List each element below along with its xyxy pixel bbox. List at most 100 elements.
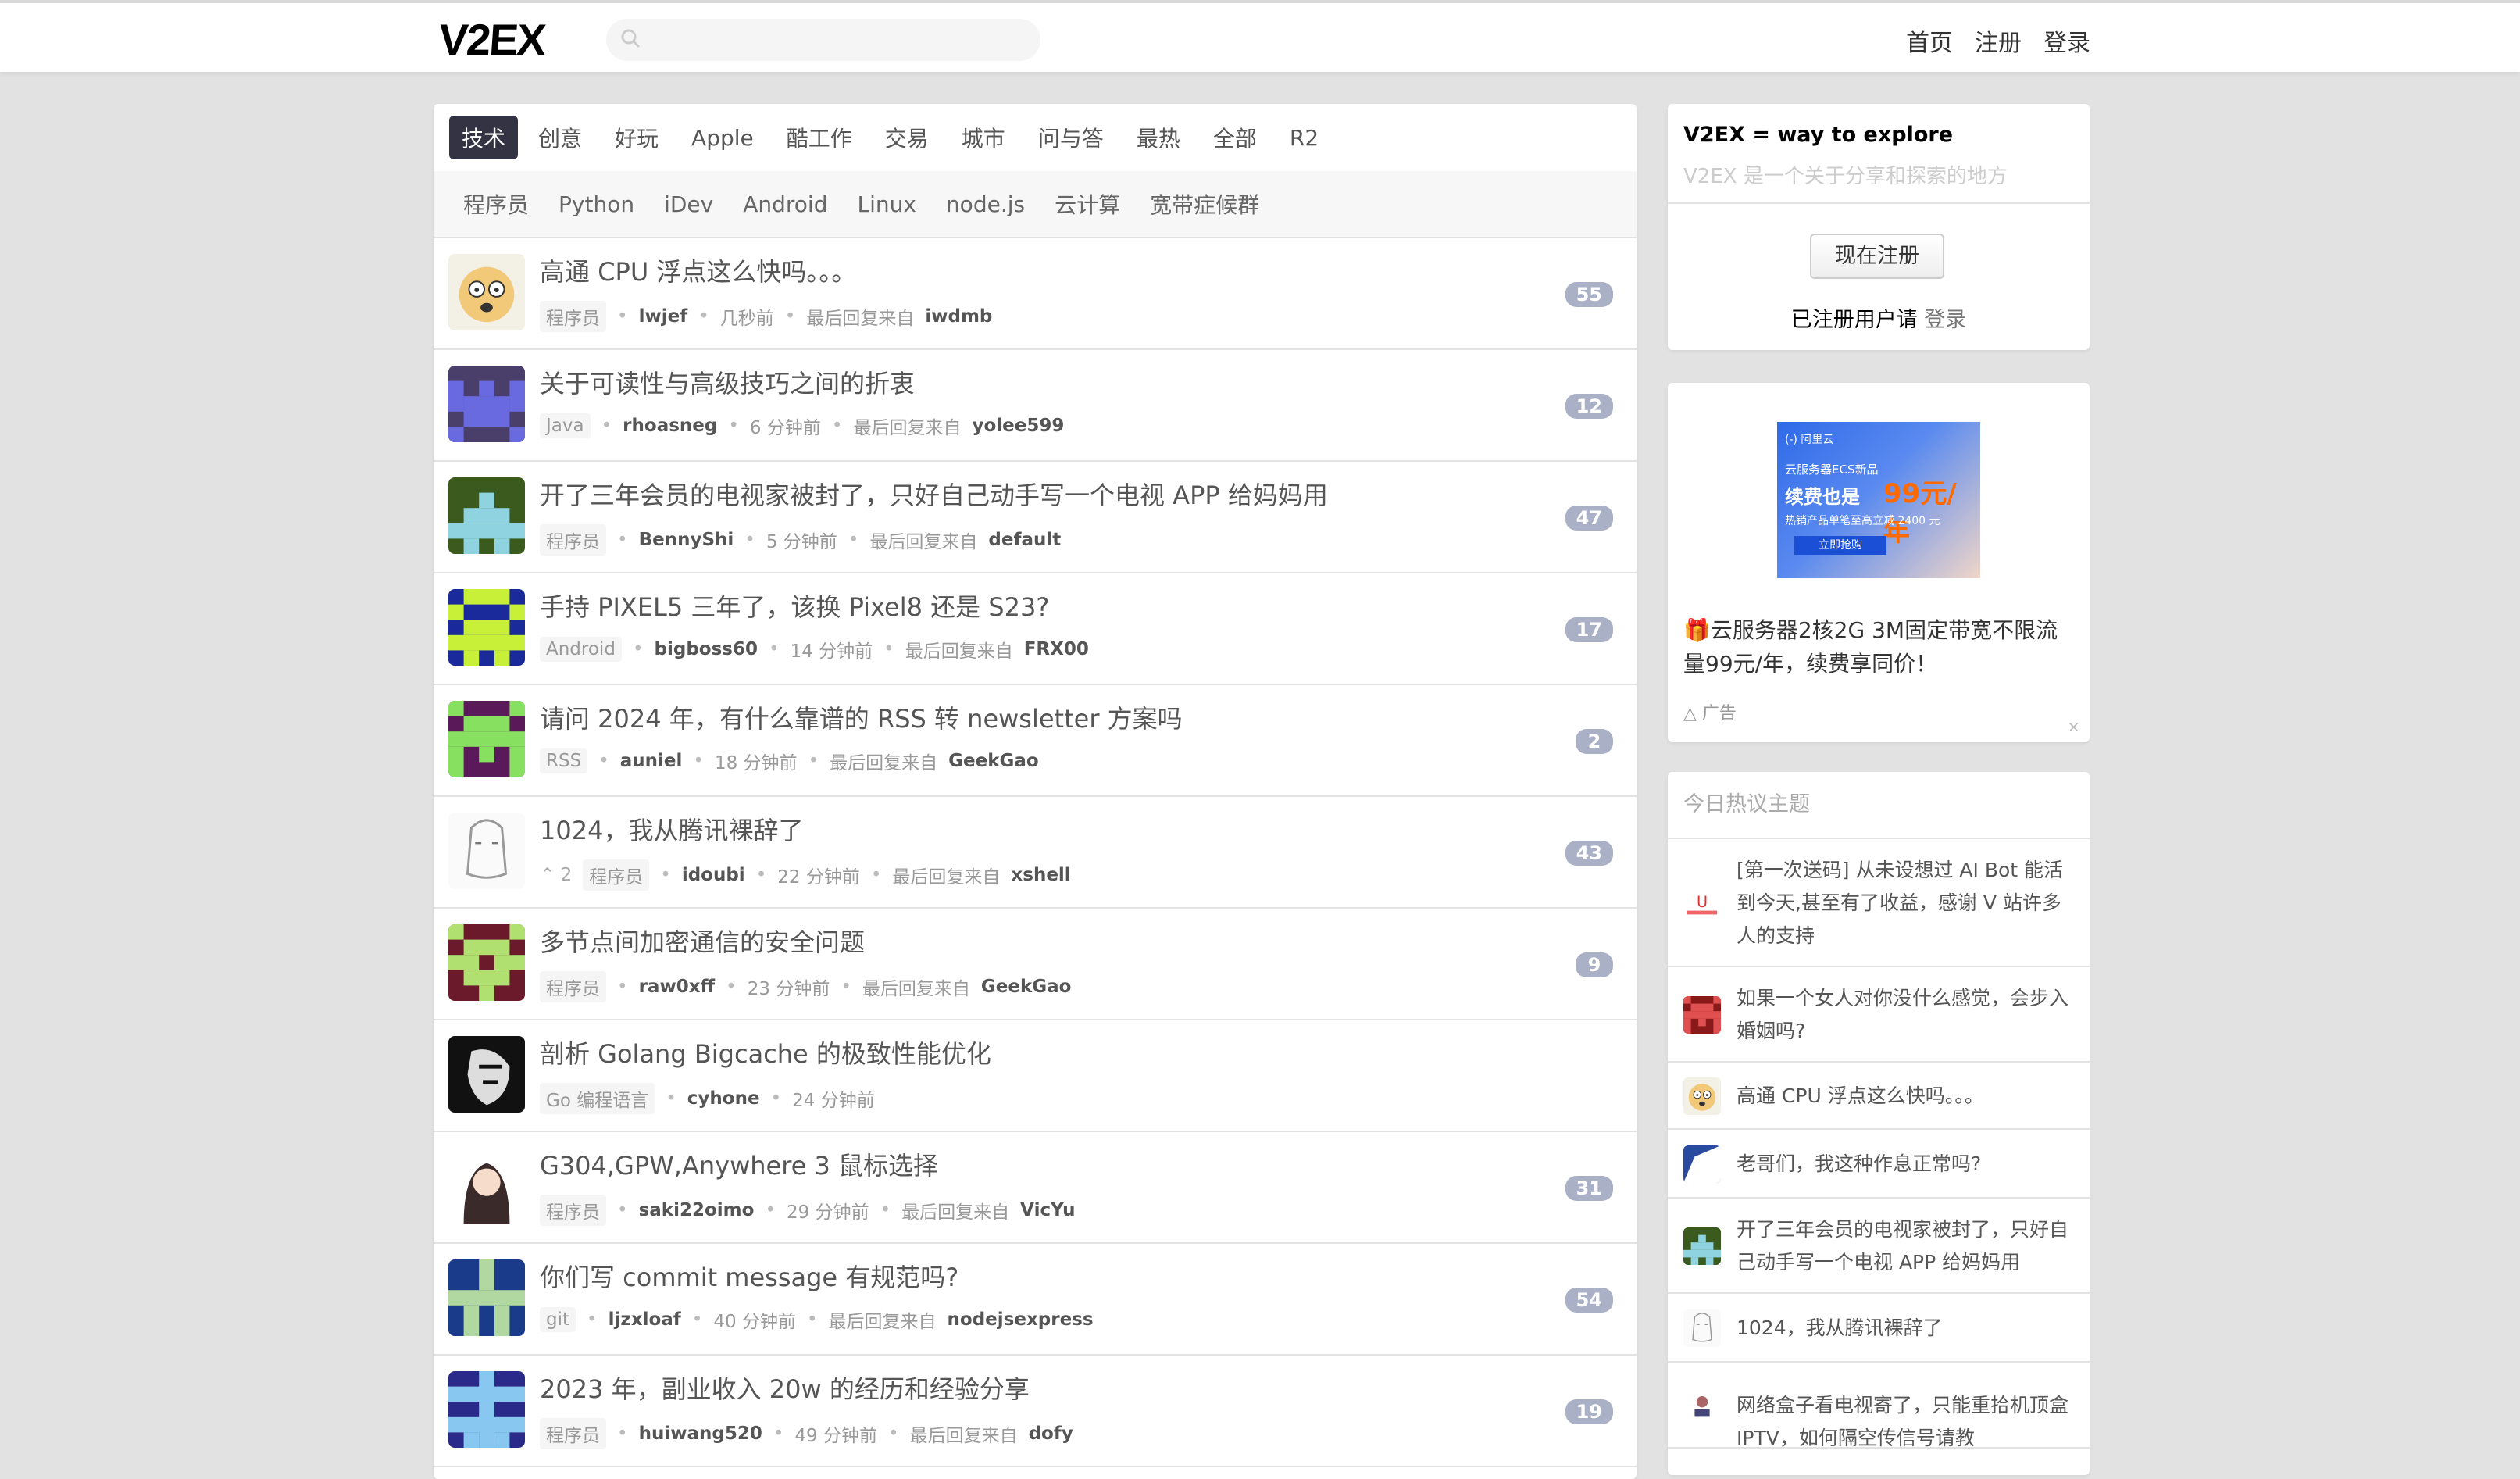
hot-topic-item[interactable]: 如果一个女人对你没什么感觉，会步入婚姻吗?: [1668, 967, 2090, 1063]
topic-author[interactable]: cyhone: [687, 1088, 760, 1109]
topic-author[interactable]: raw0xff: [639, 977, 716, 997]
ad-buy-button[interactable]: 立即抢购: [1794, 536, 1886, 555]
subtab-python[interactable]: Python: [559, 191, 634, 217]
avatar[interactable]: U: [1683, 884, 1721, 922]
avatar[interactable]: [448, 701, 525, 777]
last-reply-user[interactable]: VicYu: [1020, 1200, 1075, 1220]
avatar[interactable]: [1683, 1227, 1721, 1265]
subtab-broadband[interactable]: 宽带症候群: [1150, 188, 1259, 220]
search-input[interactable]: [606, 19, 1040, 61]
reply-count-badge[interactable]: 31: [1565, 1176, 1613, 1201]
subtab-nodejs[interactable]: node.js: [946, 191, 1025, 217]
v2ex-logo[interactable]: V2EX: [437, 14, 547, 65]
topic-title[interactable]: 高通 CPU 浮点这么快吗。。。: [540, 252, 856, 288]
topic-author[interactable]: rhoasneg: [623, 416, 717, 436]
reply-count-badge[interactable]: 55: [1565, 282, 1613, 307]
hot-topic-title[interactable]: 网络盒子看电视寄了，只能重拾机顶盒 IPTV，如何隔空传信号请教: [1737, 1389, 2080, 1455]
hot-topic-title[interactable]: 老哥们，我这种作息正常吗?: [1737, 1148, 2080, 1181]
topic-title[interactable]: 2023 年，副业收入 20w 的经历和经验分享: [540, 1370, 1030, 1406]
avatar[interactable]: [1683, 1145, 1721, 1183]
topic-title[interactable]: 请问 2024 年，有什么靠谱的 RSS 转 newsletter 方案吗: [540, 699, 1183, 735]
hot-topic-title[interactable]: 1024，我从腾讯裸辞了: [1737, 1312, 2080, 1345]
hot-topic-item[interactable]: U [第一次送码] 从未设想过 AI Bot 能活到今天,甚至有了收益，感谢 V …: [1668, 839, 2090, 967]
reply-count-badge[interactable]: 19: [1565, 1399, 1613, 1424]
hot-topic-item[interactable]: 老哥们，我这种作息正常吗?: [1668, 1130, 2090, 1199]
reply-count-badge[interactable]: 17: [1565, 617, 1613, 642]
hot-topic-title[interactable]: 如果一个女人对你没什么感觉，会步入婚姻吗?: [1737, 982, 2080, 1048]
topic-node[interactable]: Android: [540, 637, 622, 662]
avatar[interactable]: [448, 366, 525, 442]
tab-creative[interactable]: 创意: [526, 116, 594, 159]
topic-author[interactable]: auniel: [620, 751, 683, 771]
avatar[interactable]: [448, 1259, 525, 1336]
topic-author[interactable]: bigboss60: [655, 639, 758, 659]
ad-banner[interactable]: (-) 阿里云 云服务器ECS新品 续费也是 99元/年 热销产品单笔至高立减 …: [1777, 422, 1980, 578]
ad-text[interactable]: 🎁云服务器2核2G 3M固定带宽不限流量99元/年，续费享同价！: [1683, 613, 2074, 681]
avatar[interactable]: [448, 477, 525, 554]
reply-count-badge[interactable]: 43: [1565, 841, 1613, 866]
reply-count-badge[interactable]: 9: [1576, 952, 1613, 977]
topic-title[interactable]: 1024，我从腾讯裸辞了: [540, 811, 803, 847]
topic-author[interactable]: lwjef: [639, 306, 688, 327]
avatar[interactable]: [448, 1036, 525, 1113]
topic-node[interactable]: RSS: [540, 748, 588, 773]
tab-fun[interactable]: 好玩: [602, 116, 671, 159]
avatar[interactable]: [1683, 1077, 1721, 1115]
hot-topic-title[interactable]: [第一次送码] 从未设想过 AI Bot 能活到今天,甚至有了收益，感谢 V 站…: [1737, 854, 2080, 952]
topic-title[interactable]: 开了三年会员的电视家被封了，只好自己动手写一个电视 APP 给妈妈用: [540, 476, 1328, 512]
hot-topic-title[interactable]: 开了三年会员的电视家被封了，只好自己动手写一个电视 APP 给妈妈用: [1737, 1213, 2080, 1279]
topic-node[interactable]: Go 编程语言: [540, 1083, 655, 1114]
close-icon[interactable]: ×: [2067, 717, 2080, 736]
avatar[interactable]: [1683, 1309, 1721, 1347]
avatar[interactable]: [448, 1371, 525, 1448]
topic-author[interactable]: ljzxloaf: [609, 1309, 681, 1330]
reply-count-badge[interactable]: 2: [1576, 729, 1613, 754]
tab-qna[interactable]: 问与答: [1026, 116, 1116, 159]
last-reply-user[interactable]: GeekGao: [948, 751, 1039, 771]
tab-deals[interactable]: 交易: [873, 116, 941, 159]
reply-count-badge[interactable]: 54: [1565, 1288, 1613, 1313]
topic-title[interactable]: 你们写 commit message 有规范吗?: [540, 1258, 958, 1294]
topic-node[interactable]: 程序员: [583, 859, 650, 891]
topic-node[interactable]: 程序员: [540, 1418, 606, 1449]
last-reply-user[interactable]: dofy: [1029, 1424, 1073, 1444]
hot-topic-item[interactable]: 开了三年会员的电视家被封了，只好自己动手写一个电视 APP 给妈妈用: [1668, 1199, 2090, 1294]
hot-topic-item[interactable]: 高通 CPU 浮点这么快吗。。。: [1668, 1063, 2090, 1130]
nav-home[interactable]: 首页: [1906, 23, 1953, 58]
login-link[interactable]: 登录: [1924, 308, 1966, 332]
subtab-cloud[interactable]: 云计算: [1055, 188, 1120, 220]
subtab-programmer[interactable]: 程序员: [463, 188, 529, 220]
hot-topic-item[interactable]: 1024，我从腾讯裸辞了: [1668, 1294, 2090, 1363]
topic-title[interactable]: 多节点间加密通信的安全问题: [540, 923, 865, 959]
subtab-idev[interactable]: iDev: [664, 191, 713, 217]
avatar[interactable]: [448, 813, 525, 889]
last-reply-user[interactable]: xshell: [1011, 865, 1070, 885]
nav-register[interactable]: 注册: [1975, 23, 2022, 58]
topic-author[interactable]: huiwang520: [639, 1424, 762, 1444]
hot-topic-item[interactable]: 网络盒子看电视寄了，只能重拾机顶盒 IPTV，如何隔空传信号请教: [1668, 1363, 2090, 1449]
topic-node[interactable]: Java: [540, 413, 591, 438]
avatar[interactable]: [448, 1148, 525, 1224]
topic-node[interactable]: git: [540, 1307, 576, 1332]
topic-node[interactable]: 程序员: [540, 971, 606, 1002]
topic-title[interactable]: 剖析 Golang Bigcache 的极致性能优化: [540, 1034, 991, 1070]
upvote-icon[interactable]: ⌃ 2: [540, 865, 572, 885]
avatar[interactable]: [1683, 996, 1721, 1034]
avatar[interactable]: [448, 924, 525, 1001]
tab-city[interactable]: 城市: [949, 116, 1018, 159]
topic-title[interactable]: G304,GPW,Anywhere 3 鼠标选择: [540, 1146, 938, 1182]
last-reply-user[interactable]: FRX00: [1024, 639, 1089, 659]
topic-author[interactable]: saki22oimo: [639, 1200, 755, 1220]
hot-topic-title[interactable]: 高通 CPU 浮点这么快吗。。。: [1737, 1080, 2080, 1113]
topic-title[interactable]: 手持 PIXEL5 三年了，该换 Pixel8 还是 S23?: [540, 588, 1049, 623]
topic-node[interactable]: 程序员: [540, 301, 606, 332]
subtab-linux[interactable]: Linux: [857, 191, 916, 217]
last-reply-user[interactable]: yolee599: [972, 416, 1064, 436]
tab-hot[interactable]: 最热: [1124, 116, 1193, 159]
avatar[interactable]: [448, 254, 525, 330]
tab-r2[interactable]: R2: [1277, 119, 1331, 157]
tab-tech[interactable]: 技术: [449, 116, 519, 159]
tab-jobs[interactable]: 酷工作: [774, 116, 865, 159]
last-reply-user[interactable]: GeekGao: [981, 977, 1072, 997]
last-reply-user[interactable]: default: [988, 530, 1061, 550]
